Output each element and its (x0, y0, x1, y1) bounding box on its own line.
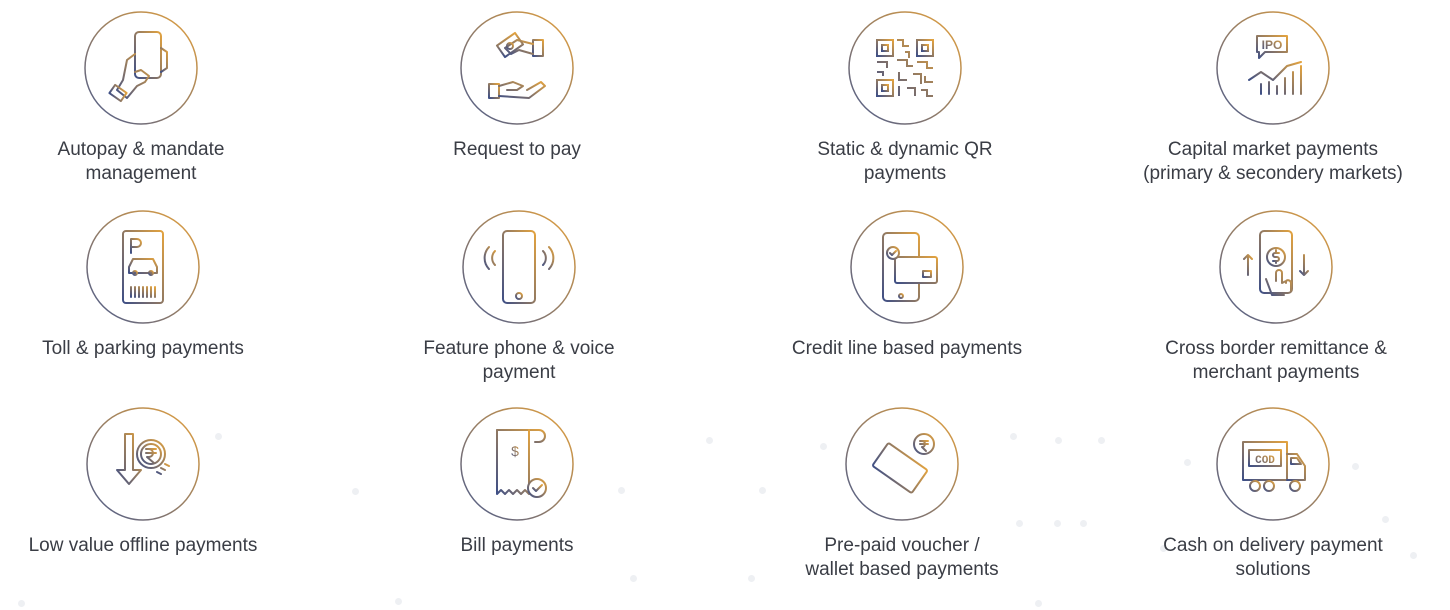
feature-tile-request-to-pay: Request to pay (337, 10, 697, 162)
ipo-chart-icon: IPO (1215, 10, 1331, 126)
background-dot (1035, 600, 1042, 607)
feature-phone-icon (461, 209, 577, 325)
feature-label: Capital market payments (primary & second… (1143, 139, 1403, 184)
phone-card-icon (849, 209, 965, 325)
background-dot (706, 437, 713, 444)
feature-tile-prepaid-voucher: Pre-paid voucher / wallet based payments (722, 406, 1082, 582)
voucher-rupee-icon (844, 406, 960, 522)
feature-tile-toll-parking: Toll & parking payments (0, 209, 323, 361)
background-dot (395, 598, 402, 605)
feature-tile-cash-on-delivery: COD Cash on delivery payment solutions (1093, 406, 1450, 582)
feature-tile-low-value-offline: Low value offline payments (0, 406, 323, 558)
svg-text:COD: COD (1255, 455, 1275, 467)
cod-truck-icon: COD (1215, 406, 1331, 522)
feature-label: Request to pay (453, 139, 581, 160)
feature-label: Autopay & mandate management (57, 139, 225, 184)
feature-label: Low value offline payments (28, 535, 258, 556)
feature-tile-feature-phone: Feature phone & voice payment (339, 209, 699, 385)
feature-label: Feature phone & voice payment (423, 338, 615, 383)
svg-text:IPO: IPO (1262, 38, 1283, 52)
rupee-down-arrow-icon (85, 406, 201, 522)
feature-label: Cross border remittance & merchant paymen… (1165, 338, 1387, 383)
feature-tile-cross-border: Cross border remittance & merchant paymen… (1096, 209, 1450, 385)
phone-dollar-hand-icon (1218, 209, 1334, 325)
feature-label: Toll & parking payments (42, 338, 244, 359)
feature-label: Credit line based payments (791, 338, 1023, 359)
bill-receipt-icon: $ (459, 406, 575, 522)
request-money-hands-icon (459, 10, 575, 126)
feature-tile-qr-payments: Static & dynamic QR payments (725, 10, 1085, 186)
feature-tile-credit-line: Credit line based payments (727, 209, 1087, 361)
feature-label: Static & dynamic QR payments (817, 139, 993, 184)
feature-tile-autopay: Autopay & mandate management (0, 10, 321, 186)
qr-code-icon (847, 10, 963, 126)
parking-ticket-icon (85, 209, 201, 325)
background-dot (18, 600, 25, 607)
background-dot (630, 575, 637, 582)
feature-tile-bill-payments: $ Bill payments (337, 406, 697, 558)
feature-tile-capital-market: IPO Capital market payments (primary & se… (1093, 10, 1450, 186)
feature-label: Cash on delivery payment solutions (1163, 535, 1383, 580)
feature-label: Pre-paid voucher / wallet based payments (805, 535, 999, 580)
svg-text:$: $ (511, 443, 519, 459)
feature-label: Bill payments (460, 535, 574, 556)
hand-holding-phone-icon (83, 10, 199, 126)
